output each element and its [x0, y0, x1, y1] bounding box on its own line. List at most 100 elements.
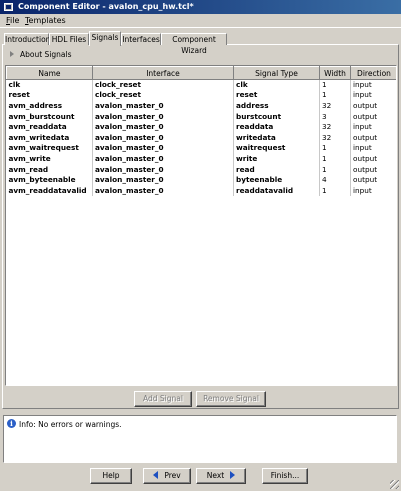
- cell-interface[interactable]: avalon_master_0: [92, 153, 234, 165]
- cell-interface[interactable]: clock_reset: [92, 79, 234, 91]
- arrow-right-icon: [230, 471, 236, 479]
- cell-interface[interactable]: avalon_master_0: [92, 185, 234, 197]
- cell-name[interactable]: avm_readdata: [6, 121, 93, 133]
- cell-width[interactable]: 32: [319, 132, 351, 144]
- cell-direction[interactable]: input: [350, 143, 396, 154]
- cell-name[interactable]: avm_byteenable: [6, 174, 93, 186]
- tab-introduction[interactable]: Introduction: [4, 33, 50, 45]
- tab-hdl-files[interactable]: HDL Files: [49, 33, 89, 45]
- cell-width[interactable]: 1: [319, 143, 351, 154]
- menu-file[interactable]: File: [6, 16, 19, 25]
- cell-signal-type[interactable]: readdatavalid: [233, 185, 320, 197]
- column-header-interface[interactable]: Interface: [92, 66, 234, 80]
- cell-direction[interactable]: input: [350, 185, 396, 197]
- table-row[interactable]: clk clock_reset clk 1 input: [6, 79, 396, 91]
- cell-width[interactable]: 3: [319, 111, 351, 122]
- cell-signal-type[interactable]: readdata: [233, 121, 320, 133]
- cell-interface[interactable]: avalon_master_0: [92, 174, 234, 186]
- table-row[interactable]: avm_read avalon_master_0 read 1 output: [6, 164, 396, 175]
- cell-signal-type[interactable]: byteenable: [233, 174, 320, 186]
- cell-name[interactable]: avm_readdatavalid: [6, 185, 93, 197]
- cell-direction[interactable]: output: [350, 153, 396, 165]
- about-signals-label: About Signals: [20, 50, 72, 59]
- table-row[interactable]: reset clock_reset reset 1 input: [6, 90, 396, 101]
- table-row[interactable]: avm_burstcount avalon_master_0 burstcount 3…: [6, 111, 396, 122]
- app-icon: [4, 3, 13, 11]
- cell-interface[interactable]: avalon_master_0: [92, 164, 234, 175]
- cell-width[interactable]: 1: [319, 164, 351, 175]
- cell-width[interactable]: 32: [319, 100, 351, 112]
- cell-name[interactable]: reset: [6, 90, 93, 101]
- table-row[interactable]: avm_readdatavalid avalon_master_0 readdata…: [6, 185, 396, 197]
- signals-table-container: Name Interface Signal Type Width Directi…: [5, 65, 397, 386]
- cell-direction[interactable]: output: [350, 164, 396, 175]
- info-icon: i: [7, 419, 16, 428]
- cell-width[interactable]: 4: [319, 174, 351, 186]
- cell-direction[interactable]: output: [350, 111, 396, 122]
- cell-interface[interactable]: avalon_master_0: [92, 132, 234, 144]
- cell-name[interactable]: avm_address: [6, 100, 93, 112]
- cell-signal-type[interactable]: write: [233, 153, 320, 165]
- message-panel: i Info: No errors or warnings.: [3, 415, 397, 463]
- remove-signal-button[interactable]: Remove Signal: [196, 391, 266, 407]
- cell-signal-type[interactable]: waitrequest: [233, 143, 320, 154]
- cell-name[interactable]: avm_writedata: [6, 132, 93, 144]
- arrow-left-icon: [153, 471, 159, 479]
- cell-width[interactable]: 1: [319, 153, 351, 165]
- cell-interface[interactable]: avalon_master_0: [92, 111, 234, 122]
- cell-direction[interactable]: output: [350, 132, 396, 144]
- cell-direction[interactable]: input: [350, 79, 396, 91]
- prev-label: Prev: [164, 471, 181, 480]
- table-row[interactable]: avm_write avalon_master_0 write 1 output: [6, 153, 396, 165]
- prev-button[interactable]: Prev: [143, 468, 191, 484]
- tab-signals[interactable]: Signals: [89, 31, 121, 46]
- add-signal-button[interactable]: Add Signal: [134, 391, 192, 407]
- cell-direction[interactable]: output: [350, 174, 396, 186]
- cell-name[interactable]: avm_waitrequest: [6, 143, 93, 154]
- cell-direction[interactable]: input: [350, 90, 396, 101]
- cell-direction[interactable]: input: [350, 121, 396, 133]
- column-header-width[interactable]: Width: [319, 66, 351, 80]
- next-label: Next: [206, 471, 225, 480]
- table-row[interactable]: avm_writedata avalon_master_0 writedata 32 o…: [6, 132, 396, 144]
- cell-width[interactable]: 1: [319, 185, 351, 197]
- help-button[interactable]: Help: [90, 468, 132, 484]
- table-row[interactable]: avm_readdata avalon_master_0 readdata 32 inp…: [6, 121, 396, 133]
- column-header-name[interactable]: Name: [6, 66, 93, 80]
- cell-interface[interactable]: avalon_master_0: [92, 143, 234, 154]
- cell-interface[interactable]: clock_reset: [92, 90, 234, 101]
- cell-signal-type[interactable]: read: [233, 164, 320, 175]
- cell-name[interactable]: clk: [6, 79, 93, 91]
- cell-signal-type[interactable]: reset: [233, 90, 320, 101]
- tab-component-wizard[interactable]: Component Wizard: [161, 33, 227, 55]
- menu-templates[interactable]: Templates: [25, 16, 66, 25]
- table-row[interactable]: avm_address avalon_master_0 address 32 outpu…: [6, 100, 396, 112]
- menu-bar: File Templates: [0, 14, 401, 28]
- expand-triangle-icon: [10, 51, 14, 57]
- cell-name[interactable]: avm_read: [6, 164, 93, 175]
- cell-name[interactable]: avm_burstcount: [6, 111, 93, 122]
- column-header-direction[interactable]: Direction: [350, 66, 396, 80]
- info-message: Info: No errors or warnings.: [19, 420, 122, 429]
- cell-direction[interactable]: output: [350, 100, 396, 112]
- table-row[interactable]: avm_waitrequest avalon_master_0 waitreques…: [6, 143, 396, 154]
- cell-width[interactable]: 1: [319, 90, 351, 101]
- table-row[interactable]: avm_byteenable avalon_master_0 byteenable 4…: [6, 174, 396, 186]
- cell-signal-type[interactable]: writedata: [233, 132, 320, 144]
- tab-interfaces[interactable]: Interfaces: [121, 33, 161, 45]
- about-signals-toggle[interactable]: About Signals: [10, 50, 72, 59]
- cell-interface[interactable]: avalon_master_0: [92, 121, 234, 133]
- cell-width[interactable]: 32: [319, 121, 351, 133]
- cell-signal-type[interactable]: address: [233, 100, 320, 112]
- cell-width[interactable]: 1: [319, 79, 351, 91]
- next-button[interactable]: Next: [196, 468, 246, 484]
- cell-signal-type[interactable]: burstcount: [233, 111, 320, 122]
- finish-button[interactable]: Finish...: [262, 468, 308, 484]
- resize-grip-icon[interactable]: [390, 480, 399, 489]
- title-bar: Component Editor - avalon_cpu_hw.tcl*: [0, 0, 401, 14]
- window-title: Component Editor - avalon_cpu_hw.tcl*: [18, 2, 194, 11]
- cell-interface[interactable]: avalon_master_0: [92, 100, 234, 112]
- cell-signal-type[interactable]: clk: [233, 79, 320, 91]
- cell-name[interactable]: avm_write: [6, 153, 93, 165]
- column-header-signal-type[interactable]: Signal Type: [233, 66, 320, 80]
